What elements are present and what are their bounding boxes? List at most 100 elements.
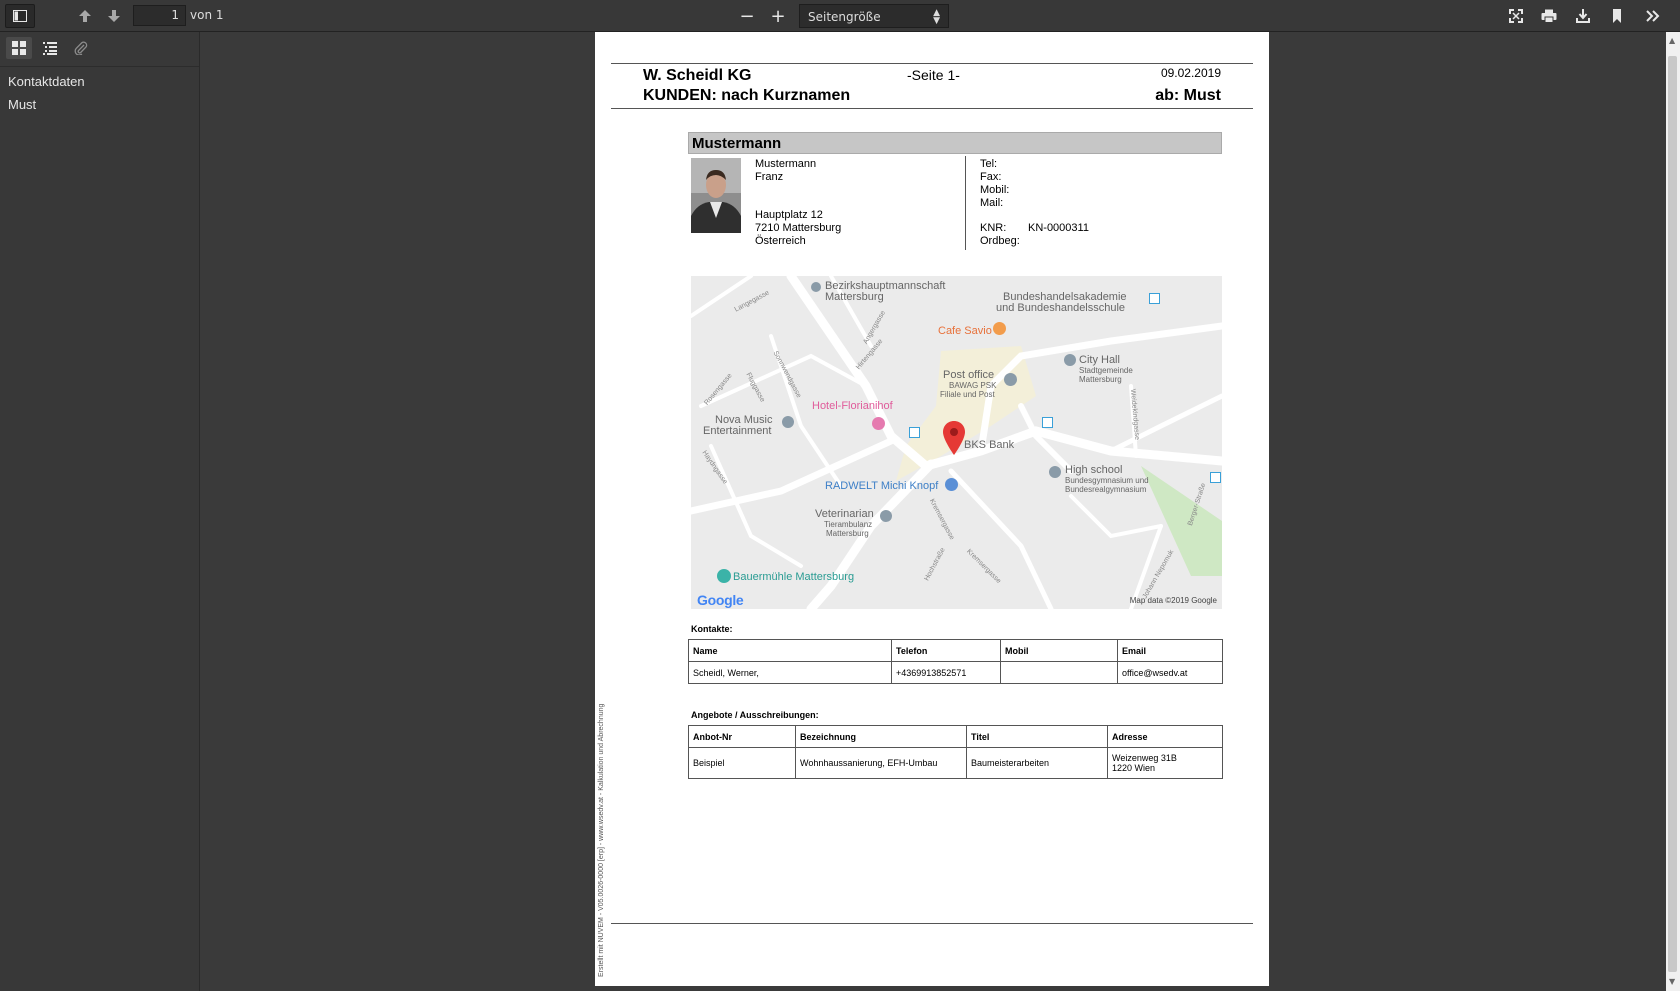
- map-label-post2: BAWAG PSK: [949, 381, 997, 390]
- arrow-down-icon: [108, 10, 120, 22]
- map-label-school: High school: [1065, 464, 1123, 476]
- map-label-nova2: Entertainment: [703, 425, 772, 437]
- column-header: Mobil: [1000, 639, 1118, 662]
- map-label-cafe: Cafe Savio: [938, 325, 992, 337]
- address-line: 1220 Wien: [1112, 763, 1156, 773]
- knr-value: KN-0000311: [1028, 222, 1089, 234]
- table-header-row: Anbot-Nr Bezeichnung Titel Adresse: [688, 725, 1223, 748]
- zoom-out-button[interactable]: −: [736, 4, 758, 28]
- select-arrows-icon: ▲ ▼: [933, 8, 940, 26]
- table-cell: +4369913852571: [891, 661, 1001, 684]
- outline-view-button[interactable]: [37, 37, 63, 59]
- scroll-up-icon[interactable]: ▲: [1669, 36, 1675, 45]
- customer-first-name: Franz: [755, 171, 784, 183]
- attachments-view-button[interactable]: [68, 37, 94, 59]
- map-label-hotel: Hotel-Florianihof: [812, 400, 893, 412]
- post-office-pin-icon: [1004, 373, 1017, 386]
- printer-icon: [1541, 9, 1557, 23]
- vet-pin-icon: [880, 510, 892, 522]
- page-count: von 1: [190, 8, 224, 22]
- table-cell: office@wsedv.at: [1117, 661, 1223, 684]
- map-label-muehle: Bauermühle Mattersburg: [733, 571, 855, 583]
- table-cell: Weizenweg 31B 1220 Wien: [1107, 747, 1223, 779]
- customer-heading: Mustermann: [688, 132, 1222, 154]
- sidebar-toggle-button[interactable]: [5, 4, 35, 28]
- outline-item-must[interactable]: Must: [0, 93, 199, 116]
- bookmark-button[interactable]: [1606, 4, 1628, 28]
- column-header: Adresse: [1107, 725, 1223, 748]
- table-cell: Baumeisterarbeiten: [966, 747, 1108, 779]
- offers-table: Anbot-Nr Bezeichnung Titel Adresse Beisp…: [688, 725, 1223, 779]
- header-rule-bottom: [611, 108, 1253, 109]
- table-cell: Wohnhaussanierung, EFH-Umbau: [795, 747, 967, 779]
- map-label-bhak2: und Bundeshandelsschule: [996, 302, 1126, 314]
- report-date: 09.02.2019: [1160, 66, 1221, 80]
- print-button[interactable]: [1538, 4, 1560, 28]
- tel-label: Tel:: [980, 158, 998, 170]
- zoom-in-button[interactable]: +: [767, 4, 789, 28]
- offers-title: Angebote / Ausschreibungen:: [691, 710, 819, 720]
- download-button[interactable]: [1572, 4, 1594, 28]
- scale-select-value: Seitengröße: [808, 10, 881, 24]
- map-label-city-hall2: Stadtgemeinde: [1079, 366, 1133, 375]
- column-header: Titel: [966, 725, 1108, 748]
- map-label-school2: Bundesgymnasium und: [1065, 476, 1149, 485]
- table-header-row: Name Telefon Mobil Email: [688, 639, 1223, 662]
- location-map[interactable]: Bezirkshauptmannschaft Mattersburg Bunde…: [691, 276, 1222, 609]
- scrollbar-thumb[interactable]: [1668, 56, 1677, 972]
- outline-item-kontaktdaten[interactable]: Kontaktdaten: [0, 70, 199, 93]
- bus-stop-icon: [1149, 293, 1160, 304]
- map-label-city-hall: City Hall: [1079, 354, 1120, 366]
- city-hall-pin-icon: [1064, 354, 1076, 366]
- grid-icon: [12, 41, 26, 55]
- side-footer-text: Erstellt mit NUVEM - V05.0026-0000 [erp]…: [598, 703, 605, 977]
- contacts-table: Name Telefon Mobil Email Scheidl, Werner…: [688, 639, 1223, 684]
- thumbnails-view-button[interactable]: [6, 37, 32, 59]
- bookmark-icon: [1613, 9, 1621, 23]
- customer-street: Hauptplatz 12: [755, 209, 823, 221]
- header-rule-top: [611, 63, 1253, 64]
- map-attribution: Map data ©2019 Google: [1129, 596, 1217, 605]
- mail-label: Mail:: [980, 197, 1004, 209]
- knr-label: KNR:: [980, 222, 1007, 234]
- customer-last-name: Mustermann: [755, 158, 817, 170]
- column-header: Anbot-Nr: [688, 725, 796, 748]
- hotel-pin-icon: [872, 417, 885, 430]
- google-logo: Google: [697, 592, 744, 608]
- sidebar: Kontaktdaten Must: [0, 32, 200, 991]
- customer-photo: [691, 158, 741, 233]
- report-title: KUNDEN: nach Kurznamen: [643, 87, 851, 104]
- pdf-page: W. Scheidl KG -Seite 1- 09.02.2019 KUNDE…: [595, 32, 1269, 986]
- contacts-title: Kontakte:: [691, 624, 733, 634]
- double-chevron-right-icon: [1646, 10, 1660, 22]
- fullscreen-icon: [1509, 9, 1523, 23]
- next-page-button[interactable]: [104, 4, 124, 28]
- customer-city: 7210 Mattersburg: [755, 222, 842, 234]
- footer-rule: [611, 923, 1253, 924]
- vertical-scrollbar[interactable]: ▲ ▼: [1666, 32, 1680, 991]
- previous-page-button[interactable]: [75, 4, 95, 28]
- scroll-down-icon[interactable]: ▼: [1669, 977, 1675, 986]
- bus-stop-icon-4: [1210, 472, 1221, 483]
- page-number-input[interactable]: 1: [133, 5, 186, 26]
- table-cell: Beispiel: [688, 747, 796, 779]
- column-header: Telefon: [891, 639, 1001, 662]
- tools-menu-button[interactable]: [1641, 4, 1665, 28]
- table-row: Beispiel Wohnhaussanierung, EFH-Umbau Ba…: [688, 747, 1223, 779]
- column-header: Email: [1117, 639, 1223, 662]
- details-divider: [965, 156, 966, 250]
- map-label-school3: Bundesrealgymnasium: [1065, 485, 1147, 494]
- map-label-post: Post office: [943, 369, 995, 381]
- map-label-vet: Veterinarian: [815, 508, 874, 520]
- poi-pin-icon: [811, 282, 821, 292]
- sidebar-view-switcher: [0, 32, 199, 67]
- map-label-radwelt: RADWELT Michi Knopf: [825, 480, 939, 492]
- table-cell: Scheidl, Werner,: [688, 661, 892, 684]
- map-label-vet3: Mattersburg: [826, 529, 869, 538]
- music-pin-icon: [782, 416, 794, 428]
- map-label-post3: Filiale und Post: [940, 390, 995, 399]
- presentation-mode-button[interactable]: [1505, 4, 1527, 28]
- scale-select[interactable]: Seitengröße ▲ ▼: [799, 4, 949, 28]
- company-name: W. Scheidl KG: [643, 67, 752, 84]
- map-label-vet2: Tierambulanz: [824, 520, 873, 529]
